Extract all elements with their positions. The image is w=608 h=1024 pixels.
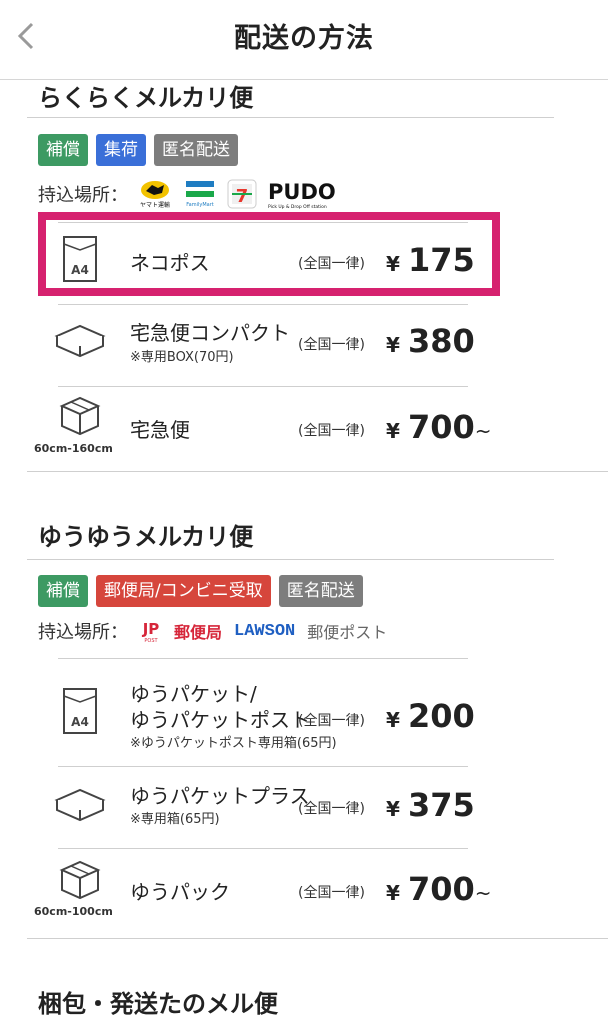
japan-post-logo: JP POST [136,618,166,644]
yen-symbol: ¥ [386,333,400,357]
section-title-rakuraku: らくらくメルカリ便 [38,84,254,112]
option-price: 375 [408,786,475,824]
flat-box-icon [38,782,122,830]
option-note: ※専用BOX(70円) [130,350,234,365]
svg-text:JP: JP [142,620,160,638]
tag-pickup: 集荷 [96,134,146,166]
yen-symbol: ¥ [386,797,400,821]
option-name-line1: ゆうパケット/ [130,682,257,706]
box-icon [38,394,122,442]
shipping-methods-list[interactable]: らくらくメルカリ便 補償 集荷 匿名配送 持込場所： ヤマト運輸 FamilyM… [0,80,608,1024]
rakuraku-dropoff: 持込場所： ヤマト運輸 FamilyMart 7 PUDO Pick Up & … [38,178,350,210]
shipping-option-takkyubin[interactable]: 60cm-160cm 宅急便 (全国一律) ¥ 700~ [34,386,492,470]
section-title-yuyu: ゆうゆうメルカリ便 [38,523,254,551]
option-price: 700~ [408,870,492,908]
option-price: 700~ [408,408,492,446]
svg-text:FamilyMart: FamilyMart [186,202,214,208]
svg-text:A4: A4 [71,715,89,729]
dropoff-label: 持込場所： [38,185,128,206]
seven-eleven-logo: 7 [226,178,258,210]
yen-symbol: ¥ [386,708,400,732]
shipping-option-yupack[interactable]: 60cm-100cm ゆうパック (全国一律) ¥ 700~ [34,848,492,932]
yuyu-tags: 補償 郵便局/コンビニ受取 匿名配送 [38,575,363,607]
tag-compensation: 補償 [38,575,88,607]
option-note: ※ゆうパケットポスト専用箱(65円) [130,736,337,751]
flat-box-icon [38,318,122,366]
divider [27,117,554,118]
dropoff-label: 持込場所： [38,622,128,643]
option-name: ゆうパケットプラス [130,784,310,808]
section-title-tanomeru: 梱包・発送たのメル便 [38,990,278,1018]
shipping-option-yupacket-plus[interactable]: ゆうパケットプラス ※専用箱(65円) (全国一律) ¥ 375 [38,766,475,848]
svg-text:ヤマト運輸: ヤマト運輸 [140,201,170,209]
highlight-frame [38,212,500,296]
post-office-label: 郵便局 [174,623,223,642]
option-name: 宅急便 [130,418,190,442]
divider [27,938,608,939]
size-range: 60cm-100cm [34,905,113,918]
svg-text:PUDO: PUDO [268,180,336,204]
option-name-line2: ゆうパケットポスト [130,708,310,732]
svg-text:POST: POST [144,638,158,644]
option-name: 宅急便コンパクト [130,321,290,345]
post-box-label: 郵便ポスト [307,623,388,642]
lawson-logo: LAWSON [234,621,296,641]
option-price: 200 [408,697,475,735]
familymart-logo: FamilyMart [182,179,218,209]
yen-symbol: ¥ [386,419,400,443]
option-note: ※専用箱(65円) [130,812,220,827]
option-price: 380 [408,322,475,360]
pudo-logo: PUDO Pick Up & Drop Off station [266,178,350,210]
app-header: 配送の方法 [0,0,608,80]
rakuraku-tags: 補償 集荷 匿名配送 [38,134,238,166]
uniform-price-label: (全国一律) [298,337,365,353]
page-title: 配送の方法 [234,23,374,54]
size-range: 60cm-160cm [34,442,113,455]
divider [27,559,554,560]
a4-envelope-icon: A4 [38,686,122,740]
tag-compensation: 補償 [38,134,88,166]
uniform-price-label: (全国一律) [298,713,365,729]
tag-anonymous: 匿名配送 [154,134,238,166]
tag-anonymous: 匿名配送 [278,575,363,607]
option-name: ゆうパック [130,880,230,904]
yuyu-dropoff: 持込場所： JP POST 郵便局 LAWSON 郵便ポスト [38,618,387,644]
yen-symbol: ¥ [386,881,400,905]
uniform-price-label: (全国一律) [298,801,365,817]
yamato-logo: ヤマト運輸 [136,179,174,209]
uniform-price-label: (全国一律) [298,885,365,901]
divider [27,471,608,472]
svg-text:7: 7 [236,186,249,207]
shipping-option-takkyubin-compact[interactable]: 宅急便コンパクト ※専用BOX(70円) (全国一律) ¥ 380 [38,304,475,386]
shipping-option-yupacket[interactable]: A4 ゆうパケット/ ゆうパケットポスト ※ゆうパケットポスト専用箱(65円) … [38,658,475,766]
box-icon [38,858,122,906]
svg-text:Pick Up & Drop Off station: Pick Up & Drop Off station [268,204,327,210]
tag-pickup-post-office: 郵便局/コンビニ受取 [96,575,271,607]
uniform-price-label: (全国一律) [298,423,365,439]
